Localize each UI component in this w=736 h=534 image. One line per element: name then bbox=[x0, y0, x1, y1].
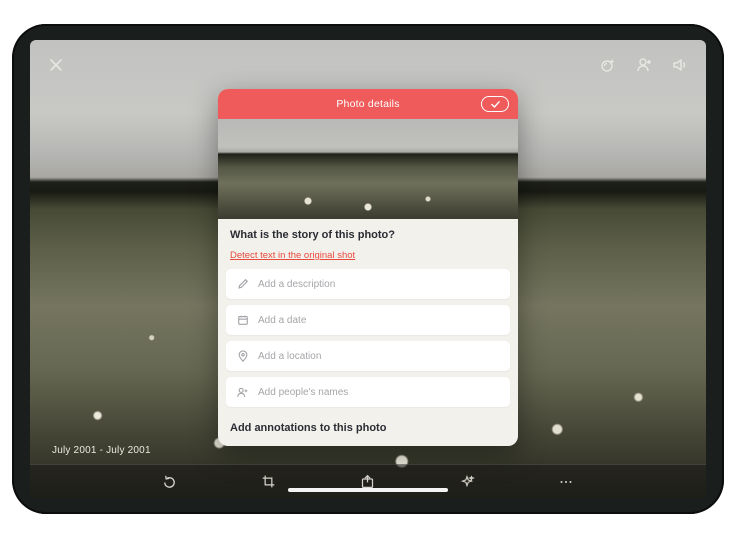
photo-thumbnail bbox=[218, 119, 518, 219]
sparkle-icon[interactable] bbox=[454, 469, 480, 495]
top-bar bbox=[30, 50, 706, 80]
pencil-icon bbox=[236, 278, 249, 291]
people-placeholder: Add people's names bbox=[258, 387, 348, 398]
description-placeholder: Add a description bbox=[258, 279, 335, 290]
story-section: What is the story of this photo? Detect … bbox=[218, 219, 518, 269]
modal-title: Photo details bbox=[336, 98, 399, 110]
date-placeholder: Add a date bbox=[258, 315, 306, 326]
home-indicator[interactable] bbox=[288, 488, 448, 492]
modal-header: Photo details bbox=[218, 89, 518, 119]
location-placeholder: Add a location bbox=[258, 351, 321, 362]
story-question: What is the story of this photo? bbox=[230, 229, 506, 241]
close-icon[interactable] bbox=[44, 53, 68, 77]
detect-text-link[interactable]: Detect text in the original shot bbox=[230, 250, 355, 261]
person-add-icon bbox=[236, 386, 249, 399]
bottom-toolbar bbox=[30, 464, 706, 498]
screen: July 2001 - July 2001 bbox=[30, 40, 706, 498]
tablet-frame: July 2001 - July 2001 bbox=[12, 24, 724, 514]
calendar-icon bbox=[236, 314, 249, 327]
rotate-icon[interactable] bbox=[157, 469, 183, 495]
location-pin-icon bbox=[236, 350, 249, 363]
enhance-icon[interactable] bbox=[596, 53, 620, 77]
volume-icon[interactable] bbox=[668, 53, 692, 77]
date-caption: July 2001 - July 2001 bbox=[52, 445, 151, 456]
date-field[interactable]: Add a date bbox=[226, 305, 510, 335]
annotations-heading: Add annotations to this photo bbox=[218, 413, 518, 446]
people-field[interactable]: Add people's names bbox=[226, 377, 510, 407]
more-icon[interactable] bbox=[553, 469, 579, 495]
description-field[interactable]: Add a description bbox=[226, 269, 510, 299]
photo-details-modal: Photo details What is the story of this … bbox=[218, 89, 518, 446]
location-field[interactable]: Add a location bbox=[226, 341, 510, 371]
crop-icon[interactable] bbox=[256, 469, 282, 495]
add-person-icon[interactable] bbox=[632, 53, 656, 77]
confirm-button[interactable] bbox=[481, 96, 509, 112]
